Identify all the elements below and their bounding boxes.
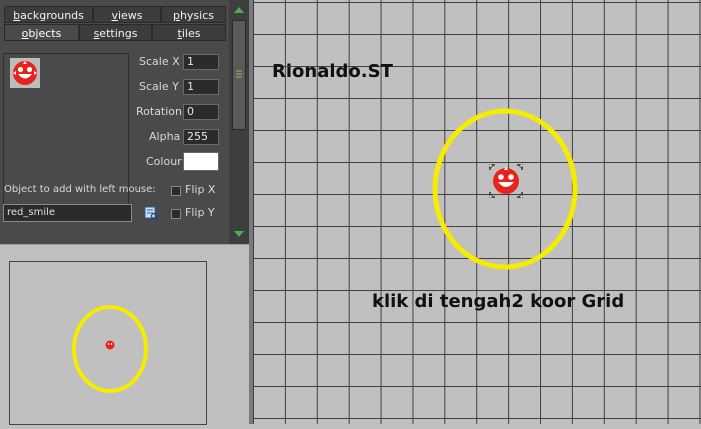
tab-objects-label: bjects	[28, 27, 62, 40]
colour-swatch[interactable]	[183, 152, 219, 171]
tab-physics[interactable]: physics	[161, 6, 226, 23]
tab-views[interactable]: views	[93, 6, 161, 23]
scroll-up-arrow-icon[interactable]	[232, 4, 246, 16]
scroll-down-arrow-icon[interactable]	[232, 228, 246, 240]
tab-tiles-label: iles	[181, 27, 201, 40]
tab-physics-accel: p	[172, 9, 180, 22]
scale-x-input[interactable]: 1	[183, 54, 219, 70]
tab-backgrounds-label: ackgrounds	[20, 9, 84, 22]
tab-objects[interactable]: objects	[4, 24, 79, 41]
minimap-red-smile-icon	[105, 340, 115, 350]
room-minimap[interactable]	[9, 261, 207, 425]
rotation-label: Rotation	[136, 105, 183, 118]
tab-physics-label: hysics	[179, 9, 215, 22]
scale-y-label: Scale Y	[139, 80, 179, 93]
red-smile-sprite-icon	[488, 163, 524, 199]
minimap-drawing	[72, 305, 148, 393]
tab-tiles[interactable]: tiles	[152, 24, 226, 41]
room-editor-left-panel: backgrounds views physics objects settin…	[0, 0, 229, 244]
author-watermark: Rionaldo.ST	[272, 61, 393, 82]
placed-object-red-smile[interactable]	[488, 163, 524, 199]
scale-x-label: Scale X	[139, 55, 180, 68]
flip-x-label: Flip X	[185, 183, 216, 196]
red-smile-sprite-icon	[13, 61, 37, 85]
rotation-input[interactable]: 0	[183, 104, 219, 120]
instruction-caption: klik di tengah2 koor Grid	[372, 291, 625, 312]
flip-y-checkbox[interactable]	[171, 209, 181, 219]
tab-settings[interactable]: settings	[79, 24, 152, 41]
properties-scrollbar[interactable]	[229, 0, 249, 244]
scale-y-input[interactable]: 1	[183, 79, 219, 95]
scrollbar-thumb[interactable]	[232, 20, 246, 130]
tab-views-label: iews	[117, 9, 143, 22]
browse-object-icon[interactable]	[144, 206, 159, 221]
sprite-thumbnail	[10, 58, 40, 88]
alpha-label: Alpha	[149, 130, 181, 143]
room-minimap-panel	[0, 244, 249, 425]
flip-x-checkbox[interactable]	[171, 186, 181, 196]
object-properties-panel: Scale X 1 Scale Y 1 Rotation 0 Alpha 255…	[0, 43, 229, 244]
tab-strip: backgrounds views physics objects settin…	[0, 0, 229, 41]
colour-label: Colour	[146, 155, 182, 168]
object-to-add-field[interactable]: red_smile	[3, 204, 132, 222]
tab-settings-label: ettings	[99, 27, 138, 40]
object-to-add-label: Object to add with left mouse:	[4, 184, 156, 195]
tab-backgrounds[interactable]: backgrounds	[4, 6, 93, 23]
flip-y-label: Flip Y	[185, 206, 215, 219]
alpha-input[interactable]: 255	[183, 129, 219, 145]
